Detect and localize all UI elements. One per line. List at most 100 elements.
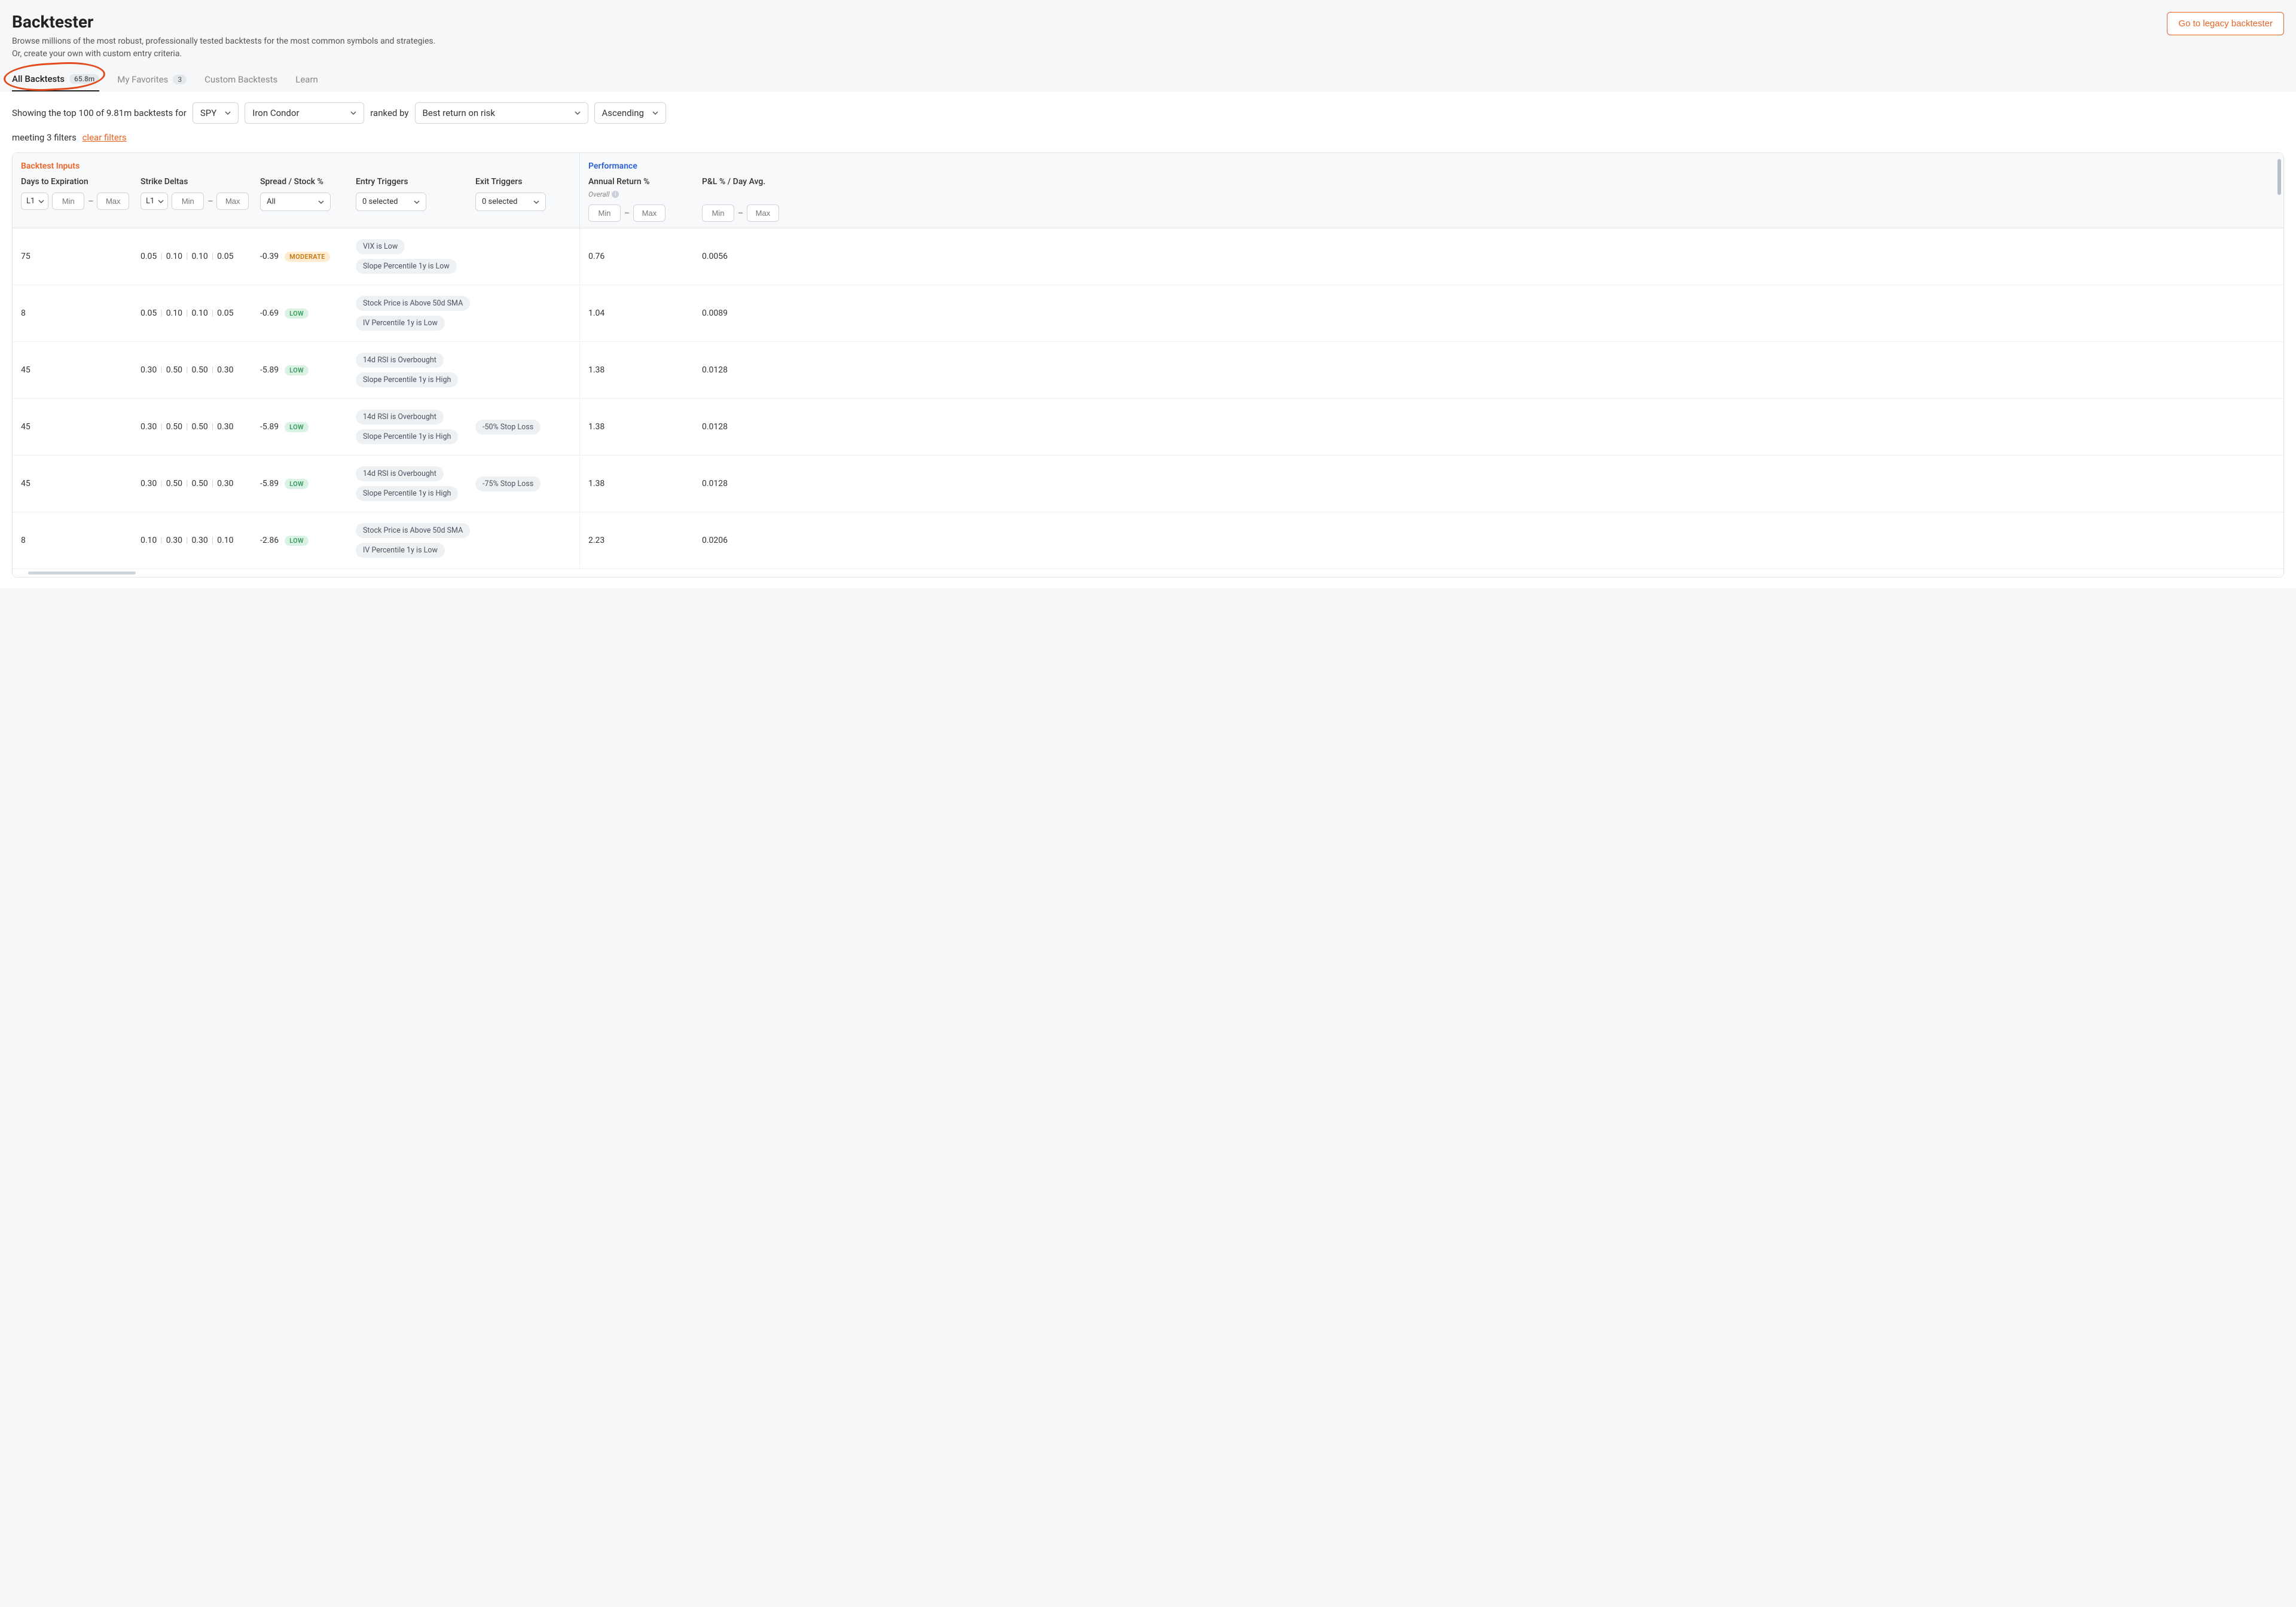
symbol-select[interactable]: SPY [193,102,239,124]
page-subtitle: Browse millions of the most robust, prof… [12,35,435,60]
tabs: All Backtests 65.8m My Favorites 3 Custo… [12,74,2284,91]
trigger-pill: IV Percentile 1y is Low [356,543,445,558]
cell-entry-triggers: 14d RSI is OverboughtSlope Percentile 1y… [356,410,475,444]
ann-min-input[interactable] [588,204,621,222]
cell-spread: -5.89LOW [260,422,356,432]
clear-filters-link[interactable]: clear filters [83,132,127,143]
strategy-value: Iron Condor [252,108,299,118]
cell-dte: 8 [21,308,141,318]
cell-dte: 45 [21,422,141,432]
cell-spread: -0.69LOW [260,308,356,319]
spread-badge: LOW [285,422,309,432]
table-row[interactable]: 750.05|0.10|0.10|0.05-0.39MODERATEVIX is… [13,228,2283,285]
vertical-scrollbar[interactable] [2277,159,2281,195]
spread-badge: LOW [285,308,309,319]
spread-select[interactable]: All [260,193,331,211]
table-row[interactable]: 450.30|0.50|0.50|0.30-5.89LOW14d RSI is … [13,456,2283,512]
trigger-pill: Slope Percentile 1y is High [356,486,458,501]
chevron-down-icon [158,198,164,204]
strike-leg-select[interactable]: L1 [141,193,168,210]
cell-spread: -0.39MODERATE [260,252,356,262]
table-row[interactable]: 80.10|0.30|0.30|0.10-2.86LOWStock Price … [13,512,2283,569]
results-table: Backtest Inputs Days to Expiration L1 – [12,152,2284,578]
chevron-down-icon [38,198,44,204]
cell-pnl-per-day: 0.0128 [702,479,786,488]
table-row[interactable]: 80.05|0.10|0.10|0.05-0.69LOWStock Price … [13,285,2283,342]
cell-exit-triggers: -50% Stop Loss [475,420,571,435]
cell-annual-return: 1.38 [588,365,702,375]
ann-max-input[interactable] [633,204,665,222]
filter-row: Showing the top 100 of 9.81m backtests f… [12,102,2284,124]
subtitle-line-2: Or, create your own with custom entry cr… [12,48,435,60]
dte-min-input[interactable] [52,193,84,210]
strategy-select[interactable]: Iron Condor [245,102,364,124]
meeting-text: meeting 3 filters [12,132,77,143]
cell-dte: 45 [21,479,141,488]
cell-annual-return: 0.76 [588,252,702,261]
table-row[interactable]: 450.30|0.50|0.50|0.30-5.89LOW14d RSI is … [13,399,2283,456]
col-strike-label: Strike Deltas [141,177,260,187]
trigger-pill: -50% Stop Loss [475,420,541,435]
tab-label: All Backtests [12,74,65,84]
exit-select[interactable]: 0 selected [475,193,546,211]
trigger-pill: 14d RSI is Overbought [356,466,444,481]
col-spread-label: Spread / Stock % [260,177,356,187]
tab-my-favorites[interactable]: My Favorites 3 [117,74,187,91]
cell-strike-deltas: 0.10|0.30|0.30|0.10 [141,536,260,545]
meeting-filters-row: meeting 3 filters clear filters [12,132,2284,143]
tab-custom-backtests[interactable]: Custom Backtests [204,74,277,91]
horizontal-scrollbar-thumb[interactable] [28,572,136,575]
col-ann-sub: Overall i [588,190,702,198]
strike-min-input[interactable] [172,193,204,210]
showing-prefix: Showing the top 100 of 9.81m backtests f… [12,108,187,118]
trigger-pill: 14d RSI is Overbought [356,410,444,424]
cell-annual-return: 1.04 [588,308,702,318]
cell-spread: -5.89LOW [260,479,356,489]
range-dash: – [738,209,743,218]
col-entry-label: Entry Triggers [356,177,475,187]
chevron-down-icon [350,110,356,116]
legacy-backtester-button[interactable]: Go to legacy backtester [2167,12,2284,35]
entry-select[interactable]: 0 selected [356,193,426,211]
dte-leg-select[interactable]: L1 [21,193,48,210]
info-icon[interactable]: i [612,191,619,198]
col-dte-label: Days to Expiration [21,177,141,187]
ranked-by-select[interactable]: Best return on risk [415,102,588,124]
pnl-max-input[interactable] [747,204,779,222]
tab-all-backtests[interactable]: All Backtests 65.8m [12,74,99,91]
cell-strike-deltas: 0.30|0.50|0.50|0.30 [141,422,260,432]
cell-exit-triggers: -75% Stop Loss [475,476,571,491]
spread-badge: LOW [285,536,309,546]
horizontal-scrollbar-track[interactable] [13,569,2283,577]
trigger-pill: Stock Price is Above 50d SMA [356,523,470,538]
ranked-by-value: Best return on risk [423,108,495,118]
chevron-down-icon [575,110,581,116]
tab-label: Learn [295,74,318,85]
tab-badge: 65.8m [69,74,99,84]
leg-value: L1 [146,197,154,206]
cell-spread: -2.86LOW [260,536,356,546]
cell-entry-triggers: 14d RSI is OverboughtSlope Percentile 1y… [356,353,475,387]
trigger-pill: Slope Percentile 1y is Low [356,259,457,274]
chevron-down-icon [225,110,231,116]
strike-max-input[interactable] [216,193,249,210]
cell-dte: 8 [21,536,141,545]
trigger-pill: -75% Stop Loss [475,476,541,491]
order-select[interactable]: Ascending [594,102,666,124]
cell-annual-return: 1.38 [588,422,702,432]
chevron-down-icon [652,110,658,116]
cell-pnl-per-day: 0.0056 [702,252,786,261]
cell-spread: -5.89LOW [260,365,356,375]
tab-label: My Favorites [117,74,168,85]
table-header: Backtest Inputs Days to Expiration L1 – [13,153,2283,228]
table-row[interactable]: 450.30|0.50|0.50|0.30-5.89LOW14d RSI is … [13,342,2283,399]
tab-learn[interactable]: Learn [295,74,318,91]
table-body: 750.05|0.10|0.10|0.05-0.39MODERATEVIX is… [13,228,2283,569]
cell-dte: 75 [21,252,141,261]
leg-value: L1 [26,197,35,206]
cell-entry-triggers: Stock Price is Above 50d SMAIV Percentil… [356,296,475,331]
dte-max-input[interactable] [97,193,129,210]
ranked-label: ranked by [370,108,408,118]
pnl-min-input[interactable] [702,204,734,222]
chevron-down-icon [318,199,324,205]
